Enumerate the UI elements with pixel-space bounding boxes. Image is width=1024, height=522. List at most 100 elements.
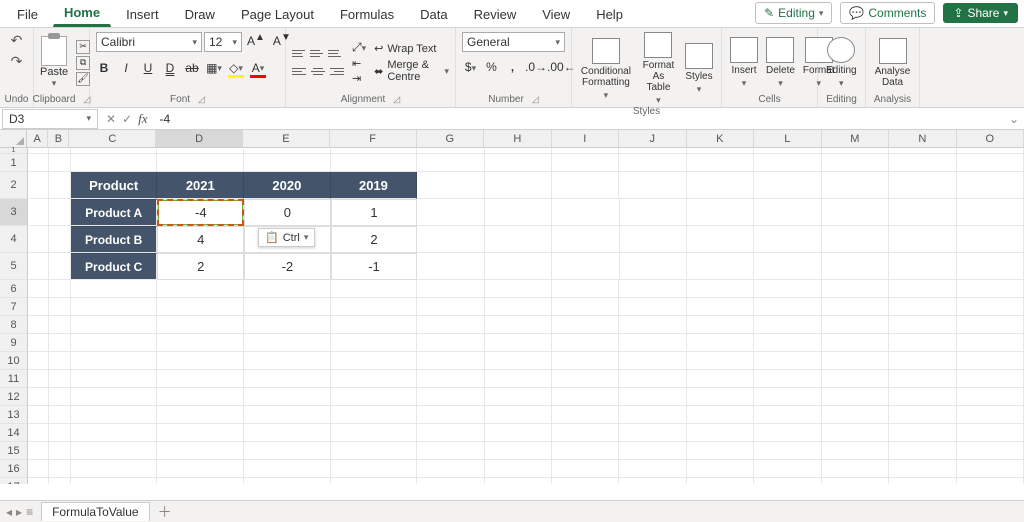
cell[interactable] xyxy=(687,442,754,460)
cell[interactable] xyxy=(957,316,1024,334)
row-header[interactable]: 8 xyxy=(0,316,28,334)
cell[interactable] xyxy=(28,226,49,253)
cell[interactable] xyxy=(822,226,889,253)
cell[interactable] xyxy=(889,442,956,460)
cell[interactable] xyxy=(28,199,49,226)
cell[interactable] xyxy=(49,460,70,478)
undo-icon[interactable]: ↶ xyxy=(11,32,23,49)
table-data-cell[interactable]: 4 xyxy=(157,226,244,253)
cell[interactable] xyxy=(687,424,754,442)
cell[interactable] xyxy=(157,478,244,484)
cell[interactable] xyxy=(28,352,49,370)
accounting-format-icon[interactable]: $▾ xyxy=(462,60,479,74)
cell[interactable] xyxy=(822,388,889,406)
cell[interactable] xyxy=(552,172,619,199)
column-header[interactable]: J xyxy=(619,130,687,148)
cell[interactable] xyxy=(485,352,552,370)
cell[interactable] xyxy=(957,478,1024,484)
editing-mode-button[interactable]: ✎ Editing ▾ xyxy=(755,2,832,24)
merge-center-button[interactable]: ⬌Merge & Centre▾ xyxy=(374,59,449,83)
insert-cells-button[interactable]: Insert▾ xyxy=(728,37,760,89)
row-header[interactable]: 3 xyxy=(0,199,28,226)
cell[interactable] xyxy=(552,352,619,370)
table-header-cell[interactable]: 2021 xyxy=(157,172,244,199)
cell[interactable] xyxy=(28,280,49,298)
cell[interactable] xyxy=(754,316,821,334)
analyse-data-button[interactable]: Analyse Data xyxy=(872,38,913,88)
row-header[interactable]: 5 xyxy=(0,253,28,280)
cell[interactable] xyxy=(49,352,70,370)
fill-color-button[interactable]: ◇▾ xyxy=(228,60,244,76)
cell[interactable] xyxy=(244,478,331,484)
cell[interactable] xyxy=(485,172,552,199)
cell[interactable] xyxy=(687,298,754,316)
cell[interactable] xyxy=(157,370,244,388)
cell[interactable] xyxy=(331,298,418,316)
cell[interactable] xyxy=(49,280,70,298)
cell[interactable] xyxy=(822,478,889,484)
expand-formula-bar-icon[interactable]: ⌄ xyxy=(1004,112,1024,126)
cell[interactable] xyxy=(485,280,552,298)
cell[interactable] xyxy=(754,460,821,478)
cell[interactable] xyxy=(28,478,49,484)
name-box[interactable]: D3▾ xyxy=(2,109,98,129)
table-rowhead-cell[interactable]: Product A xyxy=(71,199,158,226)
cell[interactable] xyxy=(822,253,889,280)
tab-review[interactable]: Review xyxy=(463,2,528,27)
cell[interactable] xyxy=(244,388,331,406)
cell[interactable] xyxy=(822,280,889,298)
cell[interactable] xyxy=(957,253,1024,280)
cell[interactable] xyxy=(244,352,331,370)
conditional-formatting-button[interactable]: Conditional Formatting▾ xyxy=(578,38,634,101)
cell[interactable] xyxy=(331,154,418,172)
cell-styles-button[interactable]: Styles▾ xyxy=(683,43,715,95)
cell[interactable] xyxy=(244,370,331,388)
cell[interactable] xyxy=(619,370,686,388)
cell[interactable] xyxy=(244,460,331,478)
cell[interactable] xyxy=(485,226,552,253)
cell[interactable] xyxy=(485,334,552,352)
table-data-cell[interactable]: 2 xyxy=(331,226,418,253)
row-header[interactable]: 16 xyxy=(0,460,28,478)
cell[interactable] xyxy=(157,316,244,334)
cell[interactable] xyxy=(417,478,484,484)
cell[interactable] xyxy=(331,388,418,406)
cell[interactable] xyxy=(71,316,158,334)
cell[interactable] xyxy=(417,199,484,226)
row-header[interactable]: 10 xyxy=(0,352,28,370)
cell[interactable] xyxy=(822,406,889,424)
cell[interactable] xyxy=(331,352,418,370)
cell[interactable] xyxy=(157,442,244,460)
align-middle-icon[interactable] xyxy=(310,46,326,62)
cell[interactable] xyxy=(957,388,1024,406)
cell[interactable] xyxy=(417,316,484,334)
dialog-launcher-icon[interactable]: ◿ xyxy=(393,94,400,105)
cell[interactable] xyxy=(552,460,619,478)
cell[interactable] xyxy=(957,199,1024,226)
cell[interactable] xyxy=(822,199,889,226)
cell[interactable] xyxy=(417,388,484,406)
double-underline-button[interactable]: D xyxy=(162,60,178,76)
font-size-select[interactable]: 12▾ xyxy=(204,32,242,52)
cell[interactable] xyxy=(754,154,821,172)
cell[interactable] xyxy=(957,172,1024,199)
cell[interactable] xyxy=(331,424,418,442)
cell[interactable] xyxy=(157,460,244,478)
cell[interactable] xyxy=(552,154,619,172)
cell[interactable] xyxy=(71,478,158,484)
cell[interactable] xyxy=(71,388,158,406)
cell[interactable] xyxy=(28,253,49,280)
increase-indent-icon[interactable]: ⇥ xyxy=(352,72,366,85)
cut-icon[interactable]: ✂ xyxy=(76,40,90,54)
cell[interactable] xyxy=(417,442,484,460)
cell[interactable] xyxy=(822,298,889,316)
column-header[interactable]: K xyxy=(687,130,755,148)
tab-page-layout[interactable]: Page Layout xyxy=(230,2,325,27)
cell[interactable] xyxy=(889,406,956,424)
table-data-cell[interactable]: -2 xyxy=(244,253,331,280)
cell[interactable] xyxy=(244,334,331,352)
cell[interactable] xyxy=(687,154,754,172)
cell[interactable] xyxy=(157,424,244,442)
cell[interactable] xyxy=(619,172,686,199)
cell[interactable] xyxy=(957,226,1024,253)
